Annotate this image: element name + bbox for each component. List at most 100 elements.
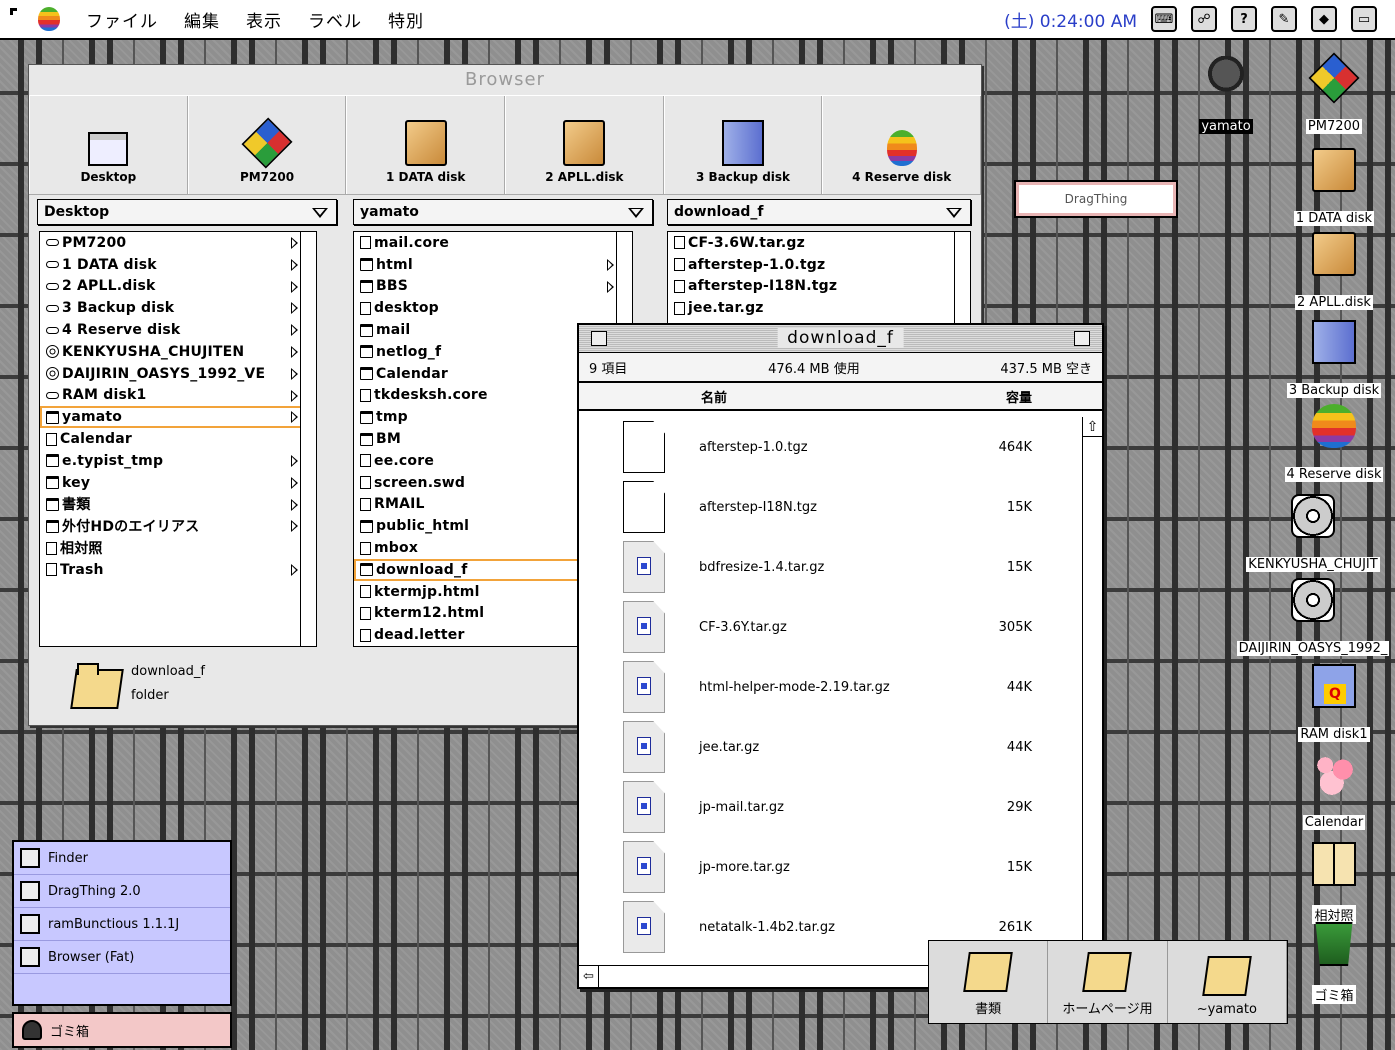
file-row[interactable]: jp-mail.tar.gz 29K bbox=[579, 777, 1082, 837]
menu-special[interactable]: 特別 bbox=[388, 7, 424, 32]
window-titlebar[interactable]: download_f bbox=[579, 325, 1102, 353]
folder-icon bbox=[1082, 952, 1133, 992]
switcher-item[interactable]: ramBunctious 1.1.1J bbox=[14, 908, 230, 941]
document-icon[interactable] bbox=[623, 481, 665, 533]
list-item[interactable]: html bbox=[354, 254, 632, 276]
file-row[interactable]: jp-more.tar.gz 15K bbox=[579, 837, 1082, 897]
dragthing-button[interactable]: DragThing bbox=[1014, 180, 1178, 218]
window-info-bar: 9 項目 476.4 MB 使用 437.5 MB 空き bbox=[579, 353, 1102, 383]
menu-edit[interactable]: 編集 bbox=[184, 7, 220, 32]
desktop-icon[interactable]: Calendar bbox=[1284, 752, 1384, 830]
head-icon bbox=[1204, 56, 1248, 100]
desktop-icon[interactable]: ゴミ箱 bbox=[1284, 922, 1384, 1004]
list-item[interactable]: afterstep-I18N.tgz bbox=[668, 276, 970, 298]
column-header-size[interactable]: 容量 bbox=[1006, 387, 1032, 406]
desktop-icon[interactable]: 4 Reserve disk bbox=[1284, 404, 1384, 482]
dock-item[interactable]: 書類 bbox=[929, 941, 1049, 1023]
switcher-item[interactable]: Finder bbox=[14, 842, 230, 875]
zoom-box-icon[interactable] bbox=[1074, 331, 1090, 346]
list-item[interactable]: Calendar bbox=[40, 428, 316, 450]
browser-title[interactable]: Browser bbox=[29, 65, 981, 95]
file-row[interactable]: html-helper-mode-2.19.tar.gz 44K bbox=[579, 657, 1082, 717]
dock-item[interactable]: ~yamato bbox=[1168, 941, 1287, 1023]
list-item[interactable]: 1 DATA disk bbox=[40, 254, 316, 276]
list-item[interactable]: e.typist_tmp bbox=[40, 450, 316, 472]
list-item[interactable]: 書類 bbox=[40, 494, 316, 516]
list-item[interactable]: jee.tar.gz bbox=[668, 297, 970, 319]
toolbar-button[interactable]: 2 APLL.disk bbox=[505, 96, 664, 194]
apple-icon bbox=[1312, 404, 1356, 448]
toolbar-button[interactable]: Desktop bbox=[29, 96, 188, 194]
column-header-name[interactable]: 名前 bbox=[701, 387, 727, 406]
close-box-icon[interactable] bbox=[591, 331, 607, 346]
menu-bar: ファイル 編集 表示 ラベル 特別 (土) 0:24:00 AM ⌨ ☍ ? ✎… bbox=[0, 0, 1395, 40]
application-icon[interactable]: ◆ bbox=[1311, 6, 1337, 32]
folder-icon[interactable] bbox=[69, 659, 121, 709]
trash-bar[interactable]: ゴミ箱 bbox=[12, 1012, 232, 1048]
desktop-icon[interactable]: 2 APLL.disk bbox=[1284, 232, 1384, 310]
scrollbar[interactable] bbox=[300, 232, 316, 646]
desktop-icon[interactable]: KENKYUSHA_CHUJIT bbox=[1228, 494, 1395, 572]
file-row[interactable]: bdfresize-1.4.tar.gz 15K bbox=[579, 537, 1082, 597]
switcher-item[interactable]: Browser (Fat) bbox=[14, 941, 230, 974]
toolbar-button[interactable]: PM7200 bbox=[187, 96, 347, 194]
selection-name: download_f bbox=[131, 664, 205, 679]
menu-clock[interactable]: (土) 0:24:00 AM bbox=[1004, 7, 1137, 32]
vertical-scrollbar[interactable]: ⇧ ⇩ bbox=[1082, 417, 1102, 965]
dock-item[interactable]: ホームページ用 bbox=[1048, 941, 1168, 1023]
network-icon[interactable]: ☍ bbox=[1191, 6, 1217, 32]
list-item[interactable]: RAM disk1 bbox=[40, 385, 316, 407]
list-item[interactable]: 3 Backup disk bbox=[40, 297, 316, 319]
list-item-label: Calendar bbox=[376, 365, 448, 382]
list-item[interactable]: afterstep-1.0.tgz bbox=[668, 254, 970, 276]
switcher-item[interactable]: DragThing 2.0 bbox=[14, 875, 230, 908]
pen-icon[interactable]: ✎ bbox=[1271, 6, 1297, 32]
list-item[interactable]: mail.core bbox=[354, 232, 632, 254]
list-item[interactable]: desktop bbox=[354, 297, 632, 319]
menu-label[interactable]: ラベル bbox=[308, 7, 362, 32]
document-icon[interactable] bbox=[623, 421, 665, 473]
window-icon[interactable]: ▭ bbox=[1351, 6, 1377, 32]
file-name: jp-more.tar.gz bbox=[699, 859, 790, 875]
list-item[interactable]: 2 APLL.disk bbox=[40, 276, 316, 298]
desktop-icon[interactable]: 1 DATA disk bbox=[1284, 148, 1384, 226]
desktop-icon[interactable]: DAIJIRIN_OASYS_1992_ bbox=[1228, 578, 1395, 656]
toolbar-button[interactable]: 1 DATA disk bbox=[346, 96, 506, 194]
desktop-icon[interactable]: yamato bbox=[1176, 56, 1276, 134]
file-row[interactable]: afterstep-I18N.tgz 15K bbox=[579, 477, 1082, 537]
scroll-up-icon[interactable]: ⇧ bbox=[1083, 417, 1102, 437]
list-item[interactable]: 相対照 bbox=[40, 537, 316, 559]
list-item[interactable]: 4 Reserve disk bbox=[40, 319, 316, 341]
column-popup-download[interactable]: download_f bbox=[667, 199, 971, 225]
help-icon[interactable]: ? bbox=[1231, 6, 1257, 32]
apple-menu-icon[interactable] bbox=[38, 7, 60, 31]
selection-info: download_f folder bbox=[131, 660, 205, 708]
toolbar-button[interactable]: 4 Reserve disk bbox=[822, 96, 982, 194]
file-row[interactable]: CF-3.6Y.tar.gz 305K bbox=[579, 597, 1082, 657]
desktop-icon[interactable]: 相対照 bbox=[1284, 842, 1384, 924]
desktop-icon[interactable]: PM7200 bbox=[1284, 52, 1384, 134]
file-row[interactable]: afterstep-1.0.tgz 464K bbox=[579, 417, 1082, 477]
screen-corner bbox=[10, 8, 17, 15]
keyboard-icon[interactable]: ⌨ bbox=[1151, 6, 1177, 32]
list-item[interactable]: KENKYUSHA_CHUJITEN bbox=[40, 341, 316, 363]
column-popup-desktop[interactable]: Desktop bbox=[37, 199, 337, 225]
list-item[interactable]: BBS bbox=[354, 276, 632, 298]
desktop-icon[interactable]: 3 Backup disk bbox=[1284, 320, 1384, 398]
folder-icon bbox=[46, 454, 59, 468]
toolbar-button[interactable]: 3 Backup disk bbox=[663, 96, 823, 194]
list-item[interactable]: Trash bbox=[40, 559, 316, 581]
window-title: download_f bbox=[777, 328, 904, 348]
list-item[interactable]: PM7200 bbox=[40, 232, 316, 254]
list-item[interactable]: CF-3.6W.tar.gz bbox=[668, 232, 970, 254]
list-item[interactable]: 外付HDのエイリアス bbox=[40, 515, 316, 537]
desktop-icon[interactable]: RAM disk1 bbox=[1284, 664, 1384, 742]
column-popup-yamato[interactable]: yamato bbox=[353, 199, 653, 225]
scroll-left-icon[interactable]: ⇦ bbox=[579, 966, 599, 987]
file-row[interactable]: jee.tar.gz 44K bbox=[579, 717, 1082, 777]
list-item[interactable]: yamato bbox=[40, 406, 316, 429]
menu-view[interactable]: 表示 bbox=[246, 7, 282, 32]
list-item[interactable]: DAIJIRIN_OASYS_1992_VE bbox=[40, 363, 316, 385]
list-item[interactable]: key bbox=[40, 472, 316, 494]
menu-file[interactable]: ファイル bbox=[86, 7, 158, 32]
